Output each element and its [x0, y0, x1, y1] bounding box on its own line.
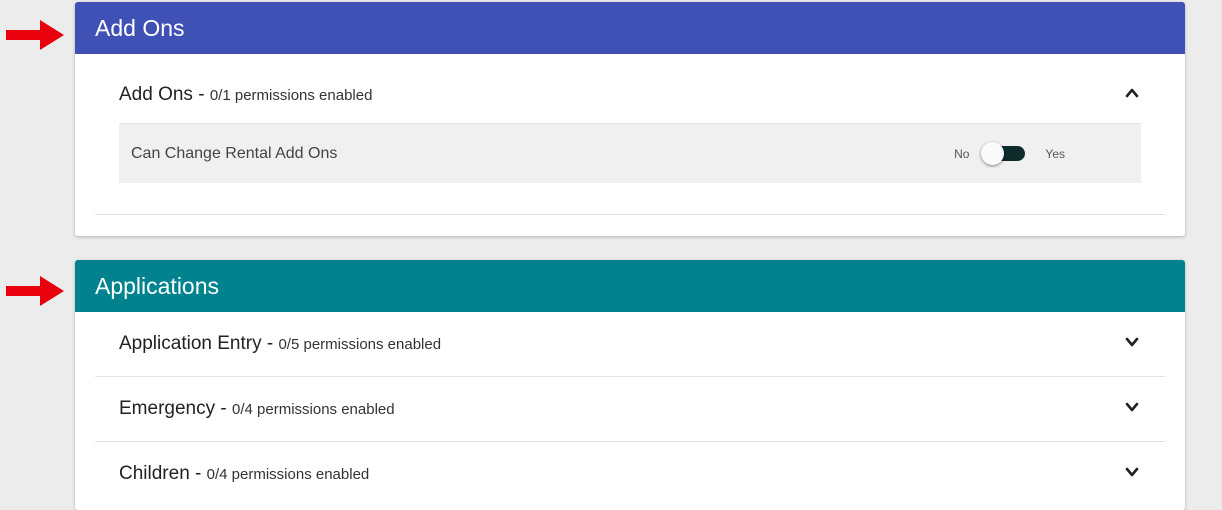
addons-card-header: Add Ons: [75, 2, 1185, 54]
applications-card: Applications Application Entry - 0/5 per…: [75, 260, 1185, 510]
group-name: Add Ons: [119, 84, 193, 105]
chevron-down-icon[interactable]: [1125, 335, 1141, 354]
group-heading: Add Ons - 0/1 permissions enabled: [119, 84, 372, 106]
toggle-off-label: No: [954, 146, 970, 161]
permission-row: Can Change Rental Add Ons No Yes: [119, 123, 1141, 183]
applications-card-header: Applications: [75, 260, 1185, 312]
red-arrow-icon: [4, 18, 66, 52]
addons-card-body: Add Ons - 0/1 permissions enabled Can Ch…: [75, 54, 1185, 215]
group-header-children[interactable]: Children - 0/4 permissions enabled: [95, 442, 1165, 506]
permission-toggle[interactable]: [981, 141, 1027, 165]
group-header-application-entry[interactable]: Application Entry - 0/5 permissions enab…: [95, 312, 1165, 376]
permission-label: Can Change Rental Add Ons: [131, 144, 338, 162]
chevron-down-icon[interactable]: [1125, 465, 1141, 484]
permission-toggle-group: No Yes: [954, 141, 1065, 165]
applications-card-body: Application Entry - 0/5 permissions enab…: [75, 312, 1185, 506]
divider: [95, 214, 1165, 215]
group-name: Emergency: [119, 398, 216, 419]
group-permission-count: 0/5 permissions enabled: [278, 336, 442, 353]
group-permission-count: 0/4 permissions enabled: [232, 401, 395, 418]
chevron-down-icon[interactable]: [1125, 400, 1141, 419]
group-separator: -: [189, 463, 207, 484]
addons-card-title: Add Ons: [95, 14, 185, 41]
group-permission-count: 0/1 permissions enabled: [209, 87, 373, 104]
toggle-on-label: Yes: [1045, 146, 1065, 161]
group-separator: -: [261, 333, 279, 354]
group-permission-count: 0/4 permissions enabled: [206, 466, 370, 483]
group-name: Application Entry: [119, 333, 262, 354]
group-header-emergency[interactable]: Emergency - 0/4 permissions enabled: [95, 377, 1165, 441]
group-separator: -: [192, 84, 210, 105]
applications-card-title: Applications: [95, 272, 220, 299]
group-name: Children: [119, 463, 190, 484]
group-heading: Emergency - 0/4 permissions enabled: [119, 398, 395, 420]
group-separator: -: [215, 398, 232, 419]
group-header-add-ons[interactable]: Add Ons - 0/1 permissions enabled: [95, 67, 1165, 123]
red-arrow-icon: [4, 274, 66, 308]
addons-card: Add Ons Add Ons - 0/1 permissions enable…: [75, 2, 1185, 236]
chevron-up-icon[interactable]: [1125, 86, 1141, 105]
group-heading: Children - 0/4 permissions enabled: [119, 463, 369, 485]
toggle-knob[interactable]: [981, 141, 1005, 165]
group-heading: Application Entry - 0/5 permissions enab…: [119, 333, 441, 355]
